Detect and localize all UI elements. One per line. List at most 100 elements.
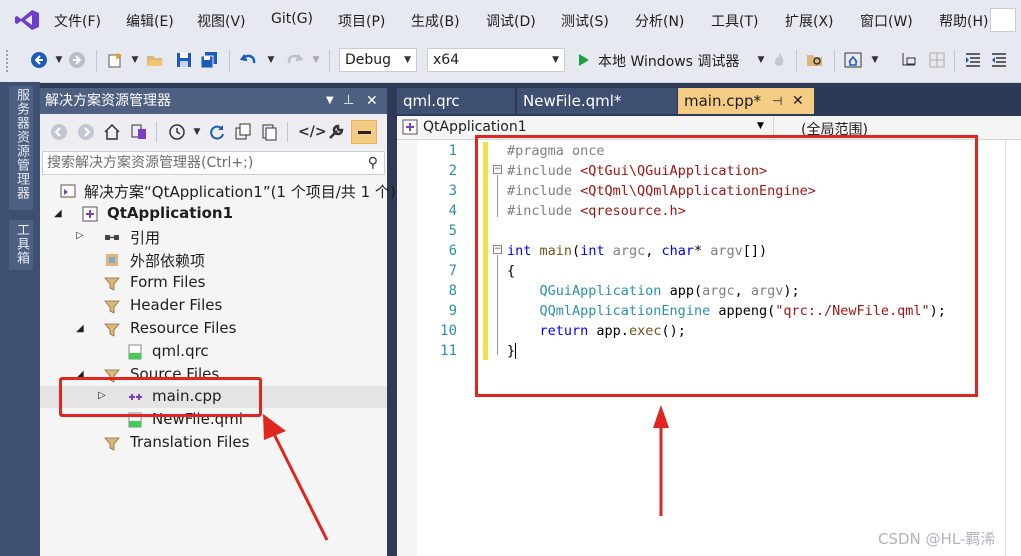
outdent-icon[interactable] [990, 51, 1008, 69]
separator [287, 122, 288, 142]
menu-help[interactable]: 帮助(H) [939, 11, 988, 31]
run-dropdown-icon[interactable]: ▼ [752, 51, 770, 69]
pin-icon[interactable]: ⊣ [772, 88, 782, 114]
close-tab-icon[interactable]: ✕ [792, 88, 804, 114]
folder-find-icon[interactable] [806, 51, 824, 69]
code-view-icon[interactable]: </> [298, 123, 327, 141]
side-tool-strip: 服务器资源管理器 工具箱 [0, 82, 40, 556]
tab-newfile-qml[interactable]: NewFile.qml* [517, 88, 677, 114]
redo-icon[interactable] [285, 51, 303, 69]
tree-node-solution[interactable]: 解决方案“QtApplication1”(1 个项目/共 1 个) [40, 180, 396, 202]
home-window-icon[interactable] [844, 51, 862, 69]
platform-select[interactable]: x64 ▼ [427, 48, 565, 72]
menu-test[interactable]: 测试(S) [561, 11, 609, 31]
tree-node-external-deps[interactable]: 外部依赖项 [40, 249, 387, 271]
server-explorer-tab[interactable]: 服务器资源管理器 [12, 88, 31, 200]
pending-changes-icon[interactable] [168, 123, 186, 141]
redo-dropdown-icon[interactable]: ▼ [307, 51, 325, 69]
menu-build[interactable]: 生成(B) [411, 11, 460, 31]
panel-title: 解决方案资源管理器 [45, 93, 171, 109]
pin-icon[interactable]: ⊥ [343, 88, 354, 114]
menu-window[interactable]: 窗口(W) [860, 11, 913, 31]
tree-node-references[interactable]: ▷ 引用 [40, 226, 387, 248]
collapse-all-icon[interactable] [234, 123, 252, 141]
forward-icon[interactable] [77, 123, 95, 141]
home-icon[interactable] [103, 123, 121, 141]
separator [329, 50, 330, 72]
separator [954, 50, 955, 72]
toolbar: ▼ ▼ ▼ ▼ Debug ▼ x64 ▼ 本地 Windows 调试器 ▼ ▼ [0, 40, 1021, 83]
menu-project[interactable]: 项目(P) [338, 11, 385, 31]
back-dropdown-icon[interactable]: ▼ [50, 51, 68, 69]
properties-wrench-icon[interactable] [327, 123, 345, 141]
project-icon [402, 119, 418, 135]
indent-icon[interactable] [964, 51, 982, 69]
filter-folder-icon [104, 300, 120, 314]
run-play-icon[interactable] [578, 53, 590, 67]
menu-analyze[interactable]: 分析(N) [635, 11, 684, 31]
tree-node-qml-qrc[interactable]: qml.qrc [40, 341, 387, 363]
undo-icon[interactable] [240, 51, 258, 69]
step-into-icon[interactable] [900, 51, 918, 69]
menu-git[interactable]: Git(G) [271, 11, 313, 27]
save-all-icon[interactable] [200, 51, 218, 69]
layout-grid-icon[interactable] [928, 51, 946, 69]
menu-tools[interactable]: 工具(T) [711, 11, 758, 31]
search-icon: ⚲ [367, 155, 378, 171]
back-icon[interactable] [30, 51, 48, 69]
qrc-file-icon [128, 344, 142, 360]
toolbox-tab[interactable]: 工具箱 [12, 223, 31, 265]
sync-icon[interactable] [208, 123, 226, 141]
switch-views-icon[interactable] [130, 123, 148, 141]
tab-qml-qrc[interactable]: qml.qrc [397, 88, 515, 114]
separator [156, 122, 157, 142]
filter-dropdown-icon[interactable]: ▼ [188, 123, 206, 141]
code-highlight-box [475, 135, 978, 397]
menu-edit[interactable]: 编辑(E) [126, 11, 174, 31]
close-icon[interactable]: ✕ [366, 88, 378, 114]
tree-node-project[interactable]: ◢ QtApplication1 [40, 203, 387, 225]
line-number: 10 [440, 323, 457, 339]
menu-extensions[interactable]: 扩展(X) [785, 11, 834, 31]
separator [229, 50, 230, 72]
show-all-files-icon[interactable] [260, 123, 278, 141]
menu-file[interactable]: 文件(F) [54, 11, 101, 31]
line-number: 8 [448, 283, 457, 299]
menu-debug[interactable]: 调试(D) [486, 11, 536, 31]
undo-dropdown-icon[interactable]: ▼ [262, 51, 280, 69]
line-number: 4 [448, 203, 457, 219]
tab-main-cpp[interactable]: main.cpp* ⊣ ✕ [678, 88, 814, 114]
expanded-triangle-icon[interactable]: ◢ [76, 323, 84, 334]
configuration-select[interactable]: Debug ▼ [339, 48, 417, 72]
platform-value: x64 [433, 52, 460, 68]
open-folder-icon[interactable] [146, 51, 164, 69]
solution-tree: 解决方案“QtApplication1”(1 个项目/共 1 个) ◢ QtAp… [40, 180, 396, 556]
main-cpp-highlight-box [59, 377, 262, 417]
hot-reload-icon[interactable] [770, 51, 788, 69]
preview-toggle-button[interactable] [351, 120, 377, 144]
tree-node-resource-files[interactable]: ◢ Resource Files [40, 318, 387, 340]
tree-node-label: QtApplication1 [107, 204, 234, 222]
start-debugger-button[interactable]: 本地 Windows 调试器 [598, 51, 739, 71]
layout-dropdown-icon[interactable]: ▼ [866, 51, 884, 69]
new-dropdown-icon[interactable]: ▼ [126, 51, 144, 69]
line-number-gutter: 1 2 3 4 5 6 7 8 9 10 11 [435, 143, 457, 363]
panel-options-icon[interactable]: ▼ [326, 88, 334, 114]
back-icon[interactable] [50, 123, 68, 141]
collapsed-triangle-icon[interactable]: ▷ [76, 230, 84, 241]
tree-node-form-files[interactable]: Form Files [40, 272, 387, 294]
new-project-icon[interactable] [106, 51, 124, 69]
menu-view[interactable]: 视图(V) [197, 11, 246, 31]
chevron-down-icon: ▼ [552, 55, 559, 65]
save-icon[interactable] [175, 51, 193, 69]
forward-icon[interactable] [68, 51, 86, 69]
tree-node-header-files[interactable]: Header Files [40, 295, 387, 317]
expanded-triangle-icon[interactable]: ◢ [54, 208, 62, 219]
tab-label: NewFile.qml* [523, 92, 622, 110]
line-number: 1 [448, 143, 457, 159]
search-box[interactable] [990, 8, 1016, 32]
tree-node-label: Translation Files [130, 433, 250, 451]
solution-search-input[interactable]: 搜索解决方案资源管理器(Ctrl+;) ⚲ [42, 151, 385, 175]
tree-node-translation-files[interactable]: Translation Files [40, 432, 387, 454]
search-placeholder: 搜索解决方案资源管理器(Ctrl+;) [47, 155, 254, 171]
